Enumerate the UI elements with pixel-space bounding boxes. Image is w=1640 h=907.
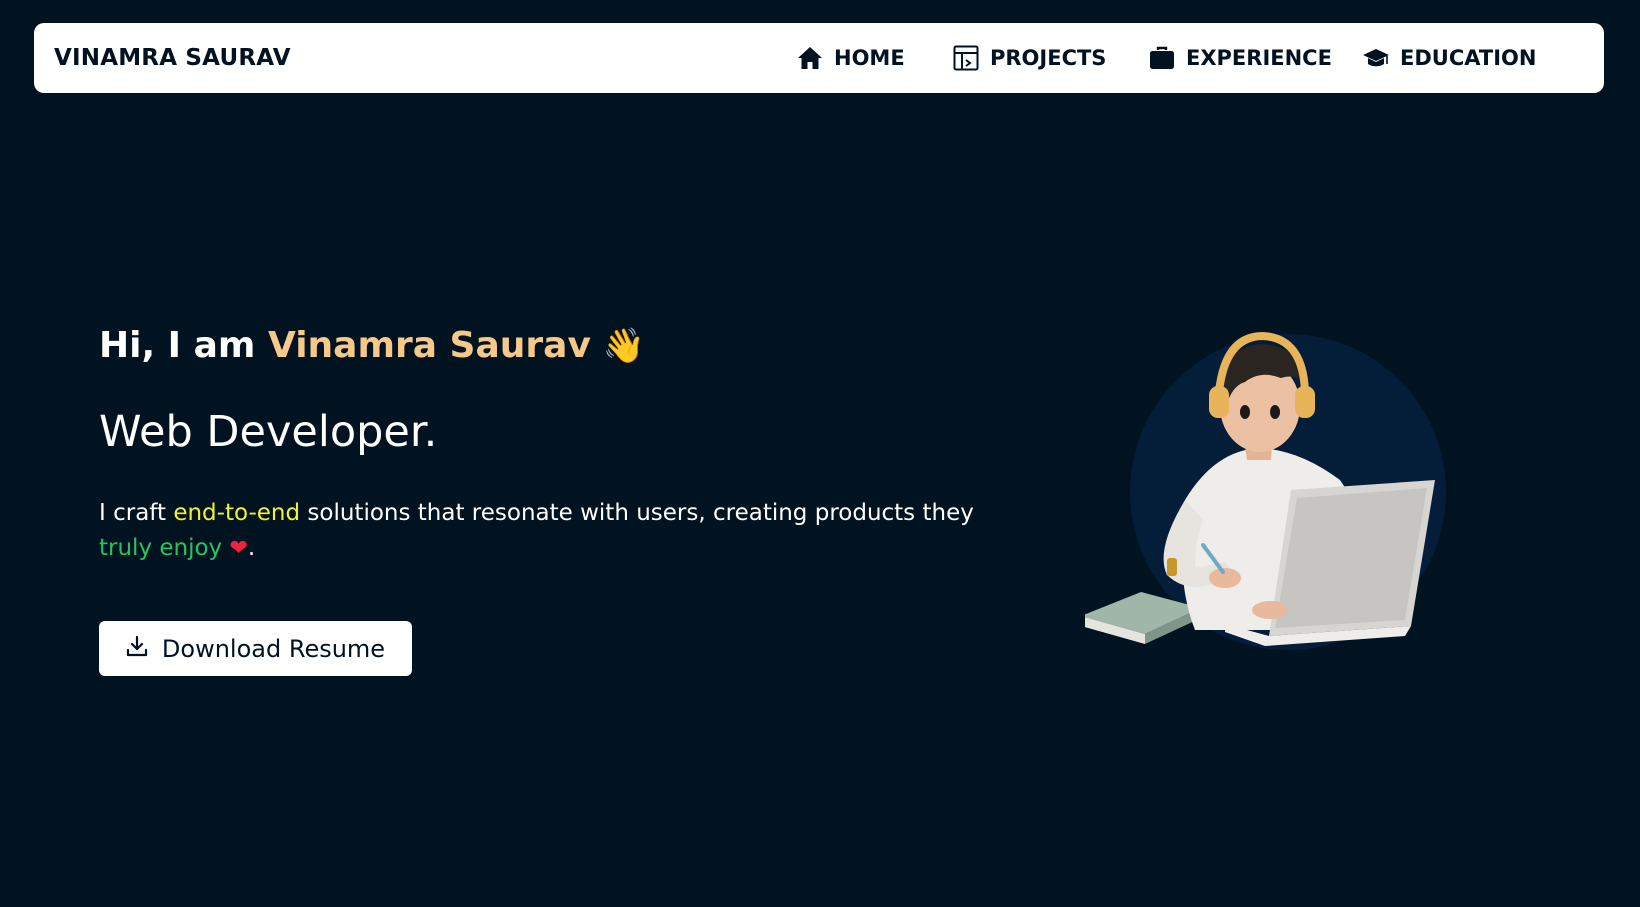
hero-name: Vinamra Saurav: [267, 325, 591, 366]
hero-section: Hi, I am Vinamra Saurav 👋 Web Developer. …: [99, 318, 1009, 566]
tagline: I craft end-to-end solutions that resona…: [99, 496, 1009, 566]
tagline-end: .: [247, 535, 256, 561]
navbar: VINAMRA SAURAV HOME PROJECTS EXPERIENCE …: [34, 23, 1604, 93]
heart-icon: ❤: [229, 536, 248, 561]
nav-item-home[interactable]: HOME: [796, 23, 905, 93]
nav-item-label: EDUCATION: [1400, 46, 1537, 70]
greeting-prefix: Hi, I am: [99, 325, 256, 366]
download-icon: [126, 635, 148, 662]
projects-icon: [952, 44, 980, 72]
nav-item-label: EXPERIENCE: [1186, 46, 1332, 70]
tagline-part2: solutions that resonate with users, crea…: [300, 500, 974, 526]
nav-item-education[interactable]: EDUCATION: [1362, 23, 1536, 93]
nav-item-experience[interactable]: EXPERIENCE: [1148, 23, 1332, 93]
tagline-part1: I craft: [99, 500, 174, 526]
home-icon: [796, 44, 824, 72]
tagline-highlight-truly-enjoy: truly enjoy: [99, 535, 223, 561]
briefcase-icon: [1148, 44, 1176, 72]
tagline-highlight-end-to-end: end-to-end: [173, 500, 301, 526]
nav-item-projects[interactable]: PROJECTS: [952, 23, 1106, 93]
role-title: Web Developer.: [99, 407, 438, 457]
nav-item-label: HOME: [834, 46, 905, 70]
nav-item-label: PROJECTS: [990, 46, 1107, 70]
download-resume-label: Download Resume: [161, 634, 386, 663]
download-resume-button[interactable]: Download Resume: [99, 621, 412, 676]
graduation-cap-icon: [1362, 44, 1390, 72]
greeting-heading: Hi, I am Vinamra Saurav 👋: [99, 318, 1009, 374]
nav-links: HOME PROJECTS EXPERIENCE EDUCATION: [34, 23, 1604, 93]
wave-icon: 👋: [602, 326, 646, 366]
developer-illustration: [1081, 330, 1485, 660]
